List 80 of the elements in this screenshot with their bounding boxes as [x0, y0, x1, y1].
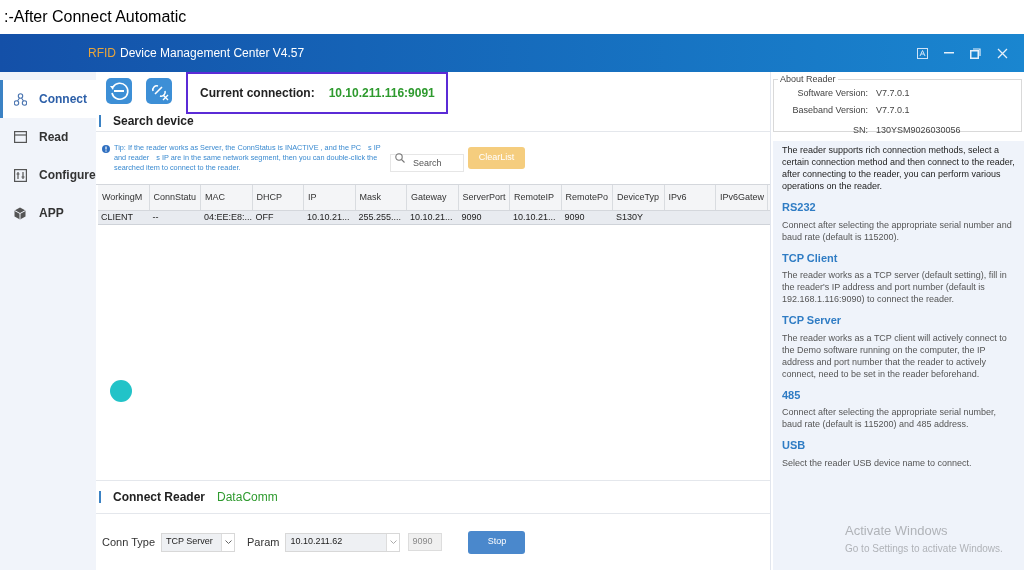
column-header: IPv6: [667, 190, 687, 204]
connection-label: Current connection:: [200, 85, 315, 102]
info-label: SN:: [853, 124, 868, 137]
column-header: IPv6Gatew: [719, 190, 765, 204]
restart-icon[interactable]: [106, 78, 132, 104]
table-cell-text: 9090: [563, 210, 585, 224]
table-cell-text: --: [151, 210, 159, 224]
search-field[interactable]: Search: [390, 154, 464, 172]
help-text: Connect after selecting the appropriate serial number, baud rate (default is 115200) and 485 address.: [782, 406, 998, 430]
sliders-icon: [13, 168, 27, 182]
table-cell-text: 9090: [460, 210, 482, 224]
activation-title: Activate Windows: [845, 522, 949, 540]
datacomm-tab[interactable]: DataComm: [217, 488, 278, 506]
param-dropdown[interactable]: 10.10.211.62: [285, 532, 401, 552]
param-label: Param: [247, 534, 280, 550]
activation-subtitle: Go to Settings to activate Windows.: [845, 541, 1003, 556]
info-value: V7.7.0.1: [876, 87, 910, 100]
table-cell-text: CLIENT: [100, 210, 133, 224]
help-text: Select the reader USB device name to connect.: [782, 456, 973, 469]
column-header: ConnStatu: [152, 190, 197, 204]
search-icon: [395, 153, 405, 163]
caret-icon: [389, 540, 397, 544]
cube-icon: [14, 206, 26, 220]
help-heading: 485: [782, 387, 802, 403]
info-icon: [102, 145, 110, 153]
column-header: IP: [307, 190, 317, 204]
column-header: ServerPort: [461, 190, 506, 204]
help-heading: USB: [782, 438, 807, 453]
help-intro: The reader supports rich connection methods, select a certain connection method and then connect to the reader, after connecting to the reader, you can perform various operations on the reader.: [782, 144, 1015, 192]
caption-text: :-After Connect Automatic: [4, 7, 187, 27]
caret-icon: [224, 540, 232, 544]
help-heading: TCP Server: [782, 313, 843, 328]
info-label: Software Version:: [797, 87, 868, 100]
keyboard-icon[interactable]: [917, 47, 928, 59]
table-cell-text: S130Y: [615, 210, 644, 224]
help-heading: RS232: [782, 200, 817, 215]
column-header: Mask: [358, 190, 381, 204]
table-cell-text: 10.10.21...: [306, 210, 350, 224]
stop-button[interactable]: Stop: [468, 530, 526, 554]
cursor-highlight: [110, 380, 132, 402]
info-value: 130YSM9026030056: [876, 124, 961, 137]
section-heading: Connect Reader: [113, 489, 206, 506]
table-row[interactable]: CLIENT -- 04:EE:E8:... OFF 10.10.21... 255.255.... 10.10.21... 9090 10.10.21... 9090 S130Y: [98, 211, 770, 225]
sidebar-tab[interactable]: Read: [0, 118, 96, 156]
restore-icon[interactable]: [970, 47, 981, 59]
info-value: V7.7.0.1: [876, 103, 910, 117]
nodes-icon: [13, 92, 27, 106]
close-icon[interactable]: [997, 47, 1008, 59]
brand-text: RFID: [88, 45, 116, 62]
sidebar-tab[interactable]: Connect: [0, 80, 96, 118]
table-cell-text: 04:EE:E8:...: [203, 210, 253, 224]
group-title: About Reader: [778, 74, 838, 84]
window-title: Device Management Center V4.57: [120, 45, 305, 62]
help-heading: TCP Client: [782, 250, 839, 266]
table-cell-text: OFF: [254, 210, 274, 224]
unlink-icon[interactable]: [146, 78, 172, 104]
connection-value: 10.10.211.116:9091: [328, 85, 435, 102]
column-header: RemotePo: [564, 190, 609, 204]
column-header: RemoteIP: [513, 190, 555, 204]
sidebar-tab[interactable]: APP: [0, 194, 96, 232]
sidebar-tab[interactable]: Configure: [0, 156, 96, 194]
section-marker: [99, 114, 101, 127]
column-header: Gateway: [410, 190, 447, 204]
column-header: DHCP: [255, 190, 282, 204]
section-heading: Search device: [113, 112, 194, 130]
help-text: The reader works as a TCP client will actively connect to the Demo software running on the computer, the IP address and port number that the reader to actively connect, need to be set in the reader beforehand.: [782, 331, 1008, 380]
column-header: WorkingM: [101, 190, 143, 204]
column-header: DeviceTyp: [616, 190, 660, 204]
info-label: Baseband Version:: [792, 103, 868, 117]
column-header: MAC: [204, 190, 225, 204]
help-text: Connect after selecting the appropriate serial number and baud rate (default is 115200).: [782, 218, 1013, 243]
window-icon: [13, 131, 27, 143]
table-cell-text: 10.10.21...: [512, 210, 556, 224]
section-marker: [99, 491, 101, 503]
table-cell-text: 255.255....: [357, 210, 402, 224]
conn-type-label: Conn Type: [102, 534, 155, 550]
help-text: The reader works as a TCP server (default setting), fill in the reader's IP address and port number (default is 192.168.1.116:9090) to connect the reader.: [782, 269, 1008, 305]
table-cell-text: 10.10.21...: [409, 210, 453, 224]
conn-type-dropdown[interactable]: TCP Server: [161, 532, 235, 552]
minimize-icon[interactable]: [944, 52, 954, 54]
